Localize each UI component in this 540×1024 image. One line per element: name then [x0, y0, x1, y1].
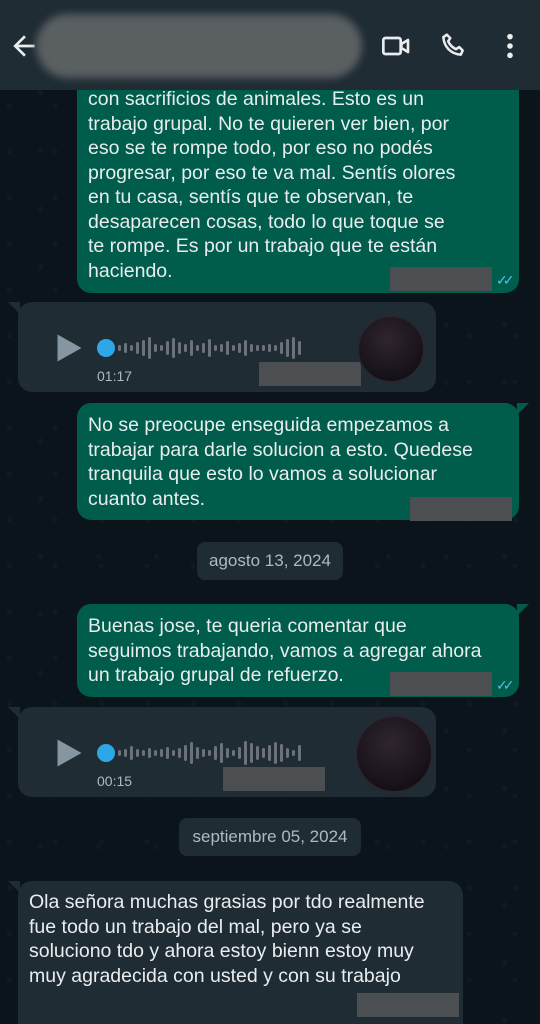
chat-header [0, 0, 540, 90]
audio-waveform[interactable] [118, 738, 301, 768]
timestamp-redacted [390, 672, 492, 696]
sender-avatar[interactable] [355, 715, 433, 793]
timestamp-redacted [390, 267, 492, 291]
more-options-icon[interactable] [494, 30, 526, 62]
audio-waveform[interactable] [118, 333, 301, 363]
timestamp-redacted [410, 497, 512, 521]
outgoing-message[interactable]: Buenas jose, te queria comentar que segu… [77, 604, 529, 697]
bubble-tail [517, 403, 529, 415]
bubble-tail [8, 881, 20, 893]
date-separator: septiembre 05, 2024 [179, 818, 361, 856]
incoming-voice-message[interactable]: 00:15 [8, 707, 436, 797]
timestamp-redacted [259, 362, 361, 386]
message-text: con sacrificios de animales. Esto es un … [88, 88, 456, 282]
sender-avatar[interactable] [357, 315, 425, 383]
voice-duration: 00:15 [97, 773, 133, 789]
incoming-message[interactable]: Ola señora muchas grasias por tdo realme… [8, 881, 463, 1024]
bubble-tail [8, 302, 20, 314]
outgoing-message[interactable]: No se preocupe enseguida empezamos a tra… [77, 403, 529, 521]
playback-position-handle[interactable] [97, 744, 115, 762]
play-icon[interactable] [50, 330, 86, 366]
incoming-voice-message[interactable]: 01:17 [8, 302, 436, 392]
video-call-icon[interactable] [380, 30, 412, 62]
date-separator: agosto 13, 2024 [197, 542, 343, 580]
play-icon[interactable] [50, 735, 86, 771]
contact-name-redacted[interactable] [36, 14, 362, 78]
read-ticks-icon: ✓✓ [496, 677, 515, 693]
bubble-tail [8, 707, 20, 719]
playback-position-handle[interactable] [97, 339, 115, 357]
read-ticks-icon: ✓✓ [496, 272, 515, 288]
message-text: Ola señora muchas grasias por tdo realme… [29, 891, 425, 987]
phone-icon[interactable] [438, 30, 470, 62]
timestamp-redacted [223, 767, 325, 791]
bubble-tail [517, 604, 529, 616]
timestamp-redacted [357, 993, 459, 1017]
outgoing-message[interactable]: con sacrificios de animales. Esto es un … [77, 70, 519, 293]
voice-duration: 01:17 [97, 368, 133, 384]
